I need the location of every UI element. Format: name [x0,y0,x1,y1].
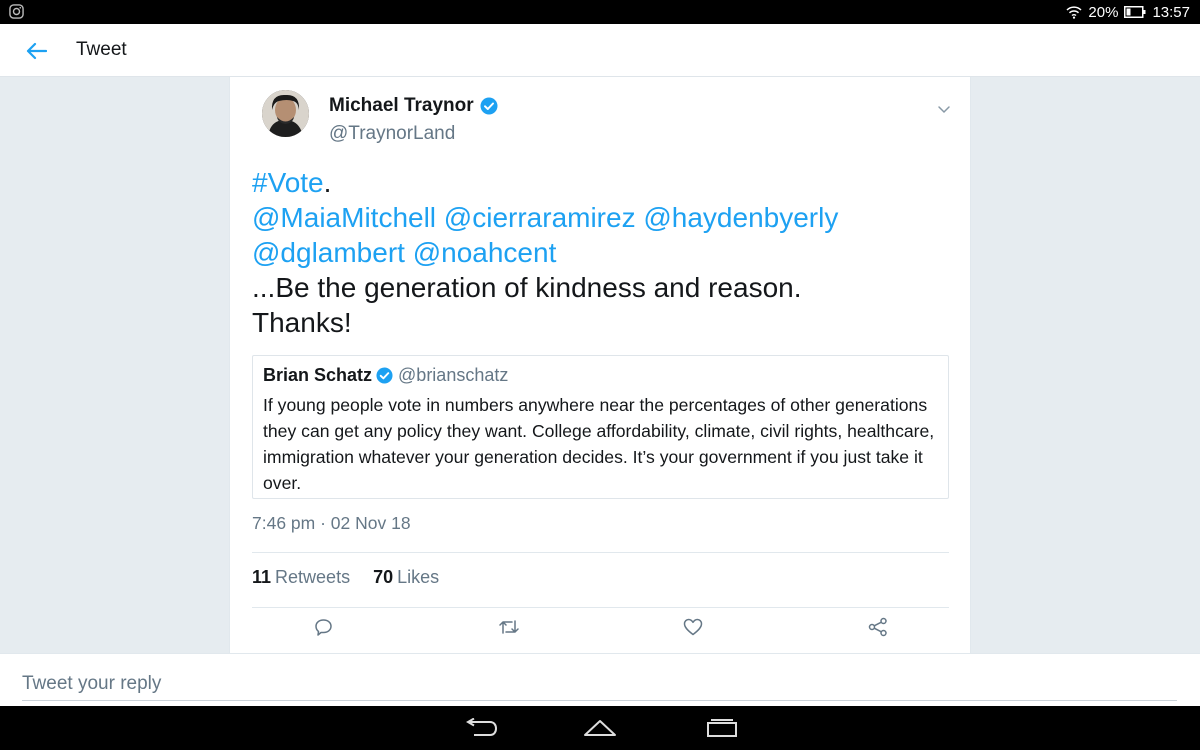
back-nav-icon [466,718,498,736]
reply-input[interactable] [22,667,1177,701]
tweet-text: #Vote. @MaiaMitchell @cierraramirez @hay… [252,165,952,340]
tweet-line-3: ...Be the generation of kindness and rea… [252,272,802,303]
hashtag-link[interactable]: #Vote [252,167,324,198]
hashtag-suffix: . [323,167,332,198]
quote-header: Brian Schatz @brianschatz [263,365,508,386]
nav-recents-button[interactable] [702,716,742,740]
tweet-card: Michael Traynor @TraynorLand #Vote. @Mai… [229,77,971,653]
status-bar: 20% 13:57 [0,0,1200,24]
retweets-count: 11 [252,567,272,587]
likes-label: Likes [397,567,440,587]
home-nav-icon [584,720,616,736]
page-title: Tweet [76,39,127,60]
reply-bar [0,653,1200,706]
reply-button[interactable] [311,617,335,637]
author-name[interactable]: Michael Traynor [329,95,498,117]
likes-count: 70 [373,567,394,587]
system-nav-bar [0,706,1200,750]
author-handle[interactable]: @TraynorLand [329,123,455,145]
arrow-left-icon [26,42,47,60]
nav-back-button[interactable] [460,716,500,740]
battery-percent: 20% [1088,3,1119,21]
retweets-label: Retweets [275,567,351,587]
retweet-icon [499,620,519,634]
tweet-line-4: Thanks! [252,307,352,338]
recents-nav-icon [707,719,737,737]
wifi-icon [1066,6,1082,19]
avatar[interactable] [262,90,309,137]
retweet-button[interactable] [497,617,521,637]
divider [252,607,949,608]
nav-home-button[interactable] [580,716,620,740]
instagram-icon [9,4,24,19]
engagement-stats: 11 Retweets 70 Likes [252,567,439,588]
share-button[interactable] [866,617,890,637]
divider [252,552,949,553]
verified-badge-icon [376,367,393,384]
mentions-line-1[interactable]: @MaiaMitchell @cierraramirez @haydenbyer… [252,200,952,235]
likes-stat[interactable]: 70 Likes [373,567,439,588]
quote-author-handle: @brianschatz [398,365,509,385]
reply-icon [314,618,332,636]
chevron-down-icon[interactable] [936,101,952,117]
app-bar: Tweet [0,24,1200,77]
heart-icon [683,618,703,636]
tweet-line-1: #Vote. [252,165,952,200]
quoted-tweet[interactable]: Brian Schatz @brianschatz If young peopl… [252,355,949,499]
verified-badge-icon [480,97,498,115]
author-name-text: Michael Traynor [329,95,474,116]
quote-author-name: Brian Schatz [263,365,373,385]
share-icon [868,617,887,637]
mentions-line-2[interactable]: @dglambert @noahcent [252,235,952,270]
retweets-stat[interactable]: 11 Retweets [252,567,350,588]
battery-icon [1124,6,1146,18]
like-button[interactable] [681,617,705,637]
back-button[interactable] [18,38,54,64]
quote-text: If young people vote in numbers anywhere… [263,395,935,493]
timestamp: 7:46 pm · 02 Nov 18 [252,513,411,533]
clock: 13:57 [1152,3,1190,21]
avatar-image [262,90,309,137]
